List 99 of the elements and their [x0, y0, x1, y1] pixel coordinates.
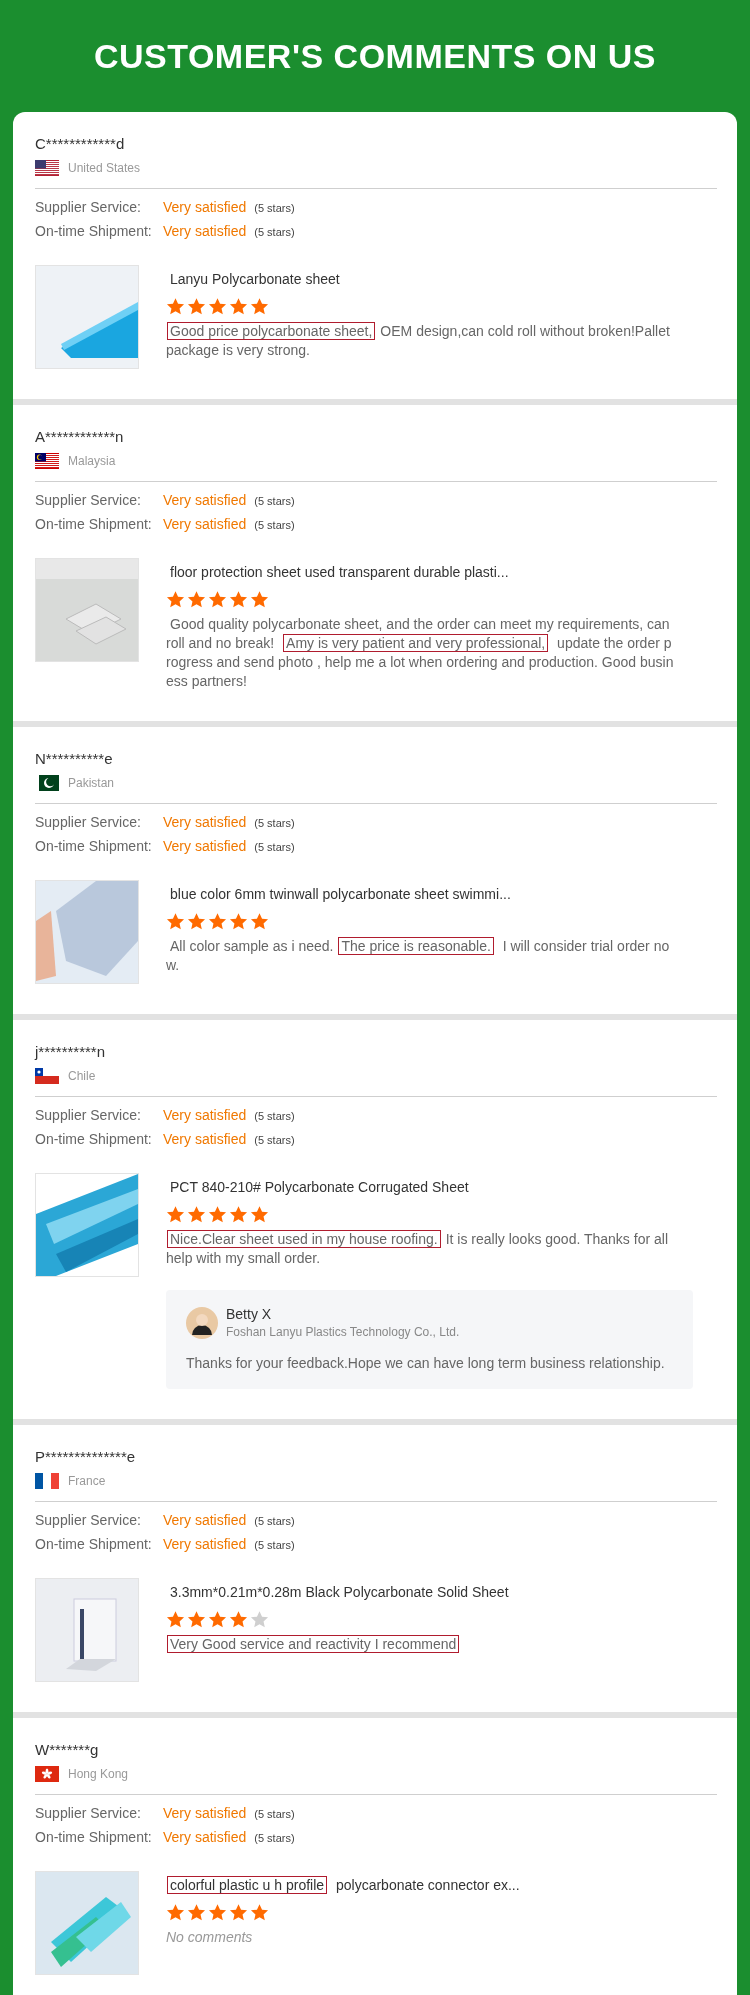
flag-icon — [35, 453, 59, 469]
star-icon — [229, 1610, 248, 1629]
reviewer-name: A************n — [35, 427, 125, 447]
star-count: (5 stars) — [254, 1808, 295, 1820]
star-icon — [166, 1610, 185, 1629]
star-count: (5 stars) — [254, 226, 295, 238]
reviewer-name: W*******g — [35, 1740, 100, 1760]
rating-value: Very satisfied — [163, 516, 247, 532]
product-title: colorful plastic u h profile polycarbonate connector ex... — [166, 1875, 717, 1895]
rating-label: On-time Shipment: — [35, 838, 153, 854]
rating-value: Very satisfied — [163, 1131, 247, 1147]
star-icon — [187, 1205, 206, 1224]
rating-value: Very satisfied — [163, 814, 247, 830]
star-icon — [208, 1903, 227, 1922]
rating-value: Very satisfied — [163, 838, 247, 854]
review-comment: Good price polycarbonate sheet, OEM design,can cold roll without broken!Pallet package is very strong. — [166, 322, 671, 360]
star-icon — [250, 912, 269, 931]
star-count: (5 stars) — [254, 1539, 295, 1551]
reviewer-name: j**********n — [35, 1042, 107, 1062]
rating-label: On-time Shipment: — [35, 516, 153, 532]
rating-label: Supplier Service: — [35, 1805, 142, 1821]
star-count: (5 stars) — [254, 202, 295, 214]
product-title: PCT 840-210# Polycarbonate Corrugated Sheet — [169, 1178, 470, 1197]
rating-value: Very satisfied — [163, 1829, 247, 1845]
rating-label: On-time Shipment: — [35, 223, 153, 239]
rating-value: Very satisfied — [163, 492, 247, 508]
review-comment: Good quality polycarbonate sheet, and the order can meet my requirements, can roll and no break! Amy is very patient and very professional, update the order progress and send photo , help me a lot when ordering and production. Good business partners! — [166, 615, 675, 691]
country-label: United States — [68, 161, 141, 175]
star-icon — [166, 297, 185, 316]
star-icon — [166, 912, 185, 931]
star-icon — [187, 297, 206, 316]
company-name: Foshan Lanyu Plastics Technology Co., Ltd. — [226, 1325, 460, 1339]
rating-label: Supplier Service: — [35, 1512, 142, 1528]
product-title: Lanyu Polycarbonate sheet — [169, 270, 341, 289]
page-title: CUSTOMER'S COMMENTS ON US — [92, 35, 658, 77]
review-comment: All color sample as i need. The price is reasonable. I will consider trial order now. — [166, 937, 671, 975]
reviewer-name: C************d — [35, 134, 126, 154]
country-label: Pakistan — [68, 776, 115, 790]
flag-icon — [35, 1766, 59, 1782]
review-comment: Nice.Clear sheet used in my house roofing. It is really looks good. Thanks for all help with my small order. — [166, 1230, 669, 1268]
rating-value: Very satisfied — [163, 223, 247, 239]
reviewer-name: N**********e — [35, 749, 114, 769]
star-count: (5 stars) — [254, 817, 295, 829]
star-icon — [229, 590, 248, 609]
flag-icon — [35, 1068, 59, 1084]
reply-text: Thanks for your feedback.Hope we can have long term business relationship. — [186, 1355, 666, 1371]
star-icon — [208, 1205, 227, 1224]
rating-value: Very satisfied — [163, 1536, 247, 1552]
star-icon — [166, 590, 185, 609]
rating-label: Supplier Service: — [35, 492, 142, 508]
star-icon — [187, 1903, 206, 1922]
star-icon — [208, 590, 227, 609]
star-count: (5 stars) — [254, 841, 295, 853]
flag-icon — [35, 160, 59, 176]
star-icon — [250, 1205, 269, 1224]
rating-label: Supplier Service: — [35, 199, 142, 215]
rating-value: Very satisfied — [163, 1805, 247, 1821]
star-icon — [166, 1205, 185, 1224]
empty-comment: No comments — [166, 1928, 254, 1946]
rating-label: On-time Shipment: — [35, 1536, 153, 1552]
rating-value: Very satisfied — [163, 199, 247, 215]
product-title: 3.3mm*0.21m*0.28m Black Polycarbonate Solid Sheet — [169, 1583, 510, 1602]
rating-value: Very satisfied — [163, 1107, 247, 1123]
star-count: (5 stars) — [254, 1515, 295, 1527]
star-icon — [166, 1903, 185, 1922]
star-icon — [187, 912, 206, 931]
star-icon — [229, 297, 248, 316]
star-icon — [250, 297, 269, 316]
star-count: (5 stars) — [254, 519, 295, 531]
star-count: (5 stars) — [254, 495, 295, 507]
product-title: floor protection sheet used transparent durable plasti... — [169, 563, 510, 582]
avatar-icon — [186, 1306, 218, 1339]
rating-label: On-time Shipment: — [35, 1131, 153, 1147]
star-count: (5 stars) — [254, 1134, 295, 1146]
rating-label: Supplier Service: — [35, 1107, 142, 1123]
star-icon — [187, 1610, 206, 1629]
country-label: France — [68, 1474, 106, 1488]
product-title: blue color 6mm twinwall polycarbonate sheet swimmi... — [169, 885, 512, 904]
star-icon — [250, 1903, 269, 1922]
star-icon — [229, 1205, 248, 1224]
star-icon — [208, 1610, 227, 1629]
star-count: (5 stars) — [254, 1110, 295, 1122]
country-label: Chile — [68, 1069, 96, 1083]
star-icon — [229, 912, 248, 931]
star-icon — [187, 590, 206, 609]
rating-label: On-time Shipment: — [35, 1829, 153, 1845]
flag-icon — [35, 1473, 59, 1489]
star-icon — [250, 1610, 269, 1629]
rating-label: Supplier Service: — [35, 814, 142, 830]
star-icon — [250, 590, 269, 609]
rating-value: Very satisfied — [163, 1512, 247, 1528]
star-icon — [208, 912, 227, 931]
star-count: (5 stars) — [254, 1832, 295, 1844]
country-label: Malaysia — [68, 454, 116, 468]
star-icon — [229, 1903, 248, 1922]
star-icon — [208, 297, 227, 316]
country-label: Hong Kong — [68, 1767, 129, 1781]
reply-author: Betty X — [226, 1306, 273, 1322]
reviewer-name: P**************e — [35, 1447, 137, 1467]
